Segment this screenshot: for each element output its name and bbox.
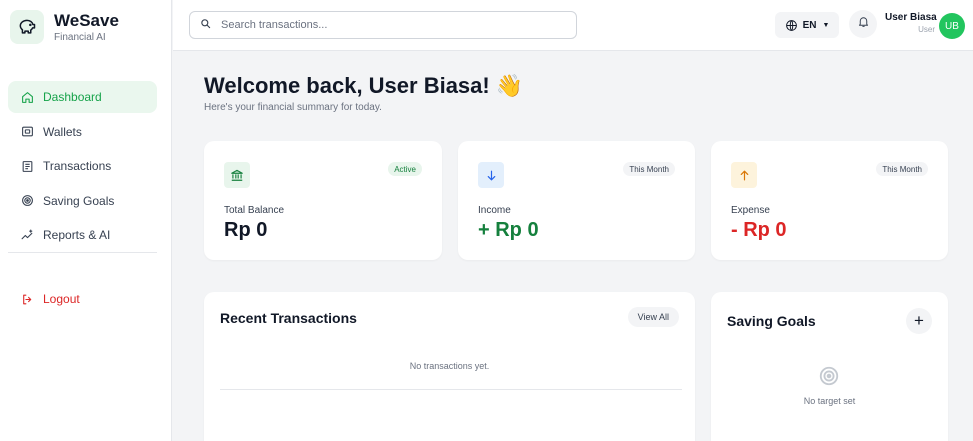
arrow-down-icon [478, 162, 504, 188]
saving-goals-card: Saving Goals + No target set [711, 292, 948, 441]
total-balance-card: Active Total Balance Rp 0 [204, 141, 442, 260]
sparkle-chart-icon [20, 228, 34, 242]
sidebar-divider [8, 252, 157, 253]
sidebar-item-label: Transactions [43, 159, 112, 173]
home-icon [20, 90, 34, 104]
notifications-button[interactable] [849, 10, 877, 38]
avatar[interactable]: UB [939, 13, 965, 39]
bell-icon [857, 15, 870, 33]
page-subtitle: Here's your financial summary for today. [204, 102, 382, 113]
language-selector[interactable]: EN ▼ [775, 12, 839, 38]
income-value: + Rp 0 [478, 219, 539, 241]
period-badge: This Month [876, 162, 928, 176]
language-label: EN [802, 19, 817, 31]
sidebar-nav: Dashboard Wallets Transactions Saving Go… [8, 81, 157, 254]
expense-card: This Month Expense - Rp 0 [711, 141, 948, 260]
view-all-button[interactable]: View All [627, 307, 679, 327]
brand[interactable]: WeSave Financial AI [10, 10, 119, 44]
bank-icon [224, 162, 250, 188]
arrow-up-icon [731, 162, 757, 188]
sidebar-item-label: Reports & AI [43, 228, 111, 242]
empty-goals-message: No target set [803, 396, 856, 406]
total-balance-label: Total Balance [224, 205, 285, 216]
total-balance-value: Rp 0 [224, 219, 268, 241]
add-goal-button[interactable]: + [906, 308, 932, 334]
search-icon [200, 16, 211, 34]
sidebar-item-label: Saving Goals [43, 193, 115, 208]
search-box[interactable] [189, 11, 577, 39]
user-info[interactable]: User Biasa User [885, 11, 937, 36]
search-input[interactable] [221, 19, 551, 31]
income-card: This Month Income + Rp 0 [458, 141, 695, 260]
logout-icon [20, 292, 34, 306]
brand-name: WeSave [54, 10, 119, 30]
logout-button[interactable]: Logout [8, 283, 157, 315]
sidebar-item-transactions[interactable]: Transactions [8, 150, 157, 182]
wallet-icon [20, 125, 34, 139]
globe-icon [785, 19, 798, 32]
sidebar-item-saving-goals[interactable]: Saving Goals [8, 185, 157, 217]
target-icon [818, 365, 840, 392]
divider [220, 389, 682, 390]
status-badge: Active [388, 162, 422, 176]
page-title: Welcome back, User Biasa! 👋 [204, 73, 524, 98]
user-name: User Biasa [885, 12, 937, 23]
sidebar: WeSave Financial AI Dashboard Wallets Tr… [0, 0, 172, 441]
user-role: User [918, 25, 935, 34]
brand-subtitle: Financial AI [54, 31, 106, 43]
expense-label: Expense [731, 205, 770, 216]
logout-label: Logout [43, 292, 80, 306]
sidebar-item-label: Dashboard [43, 90, 102, 104]
caret-down-icon: ▼ [822, 21, 830, 29]
recent-transactions-title: Recent Transactions [220, 310, 357, 326]
sidebar-item-dashboard[interactable]: Dashboard [8, 81, 157, 113]
sidebar-item-reports-ai[interactable]: Reports & AI [8, 219, 157, 251]
sidebar-item-wallets[interactable]: Wallets [8, 116, 157, 148]
expense-value: - Rp 0 [731, 219, 787, 241]
recent-transactions-card: Recent Transactions View All No transact… [204, 292, 695, 441]
empty-transactions-message: No transactions yet. [409, 361, 490, 371]
period-badge: This Month [623, 162, 675, 176]
sidebar-item-label: Wallets [43, 124, 82, 139]
target-icon [20, 194, 34, 208]
income-label: Income [478, 205, 511, 216]
saving-goals-title: Saving Goals [727, 313, 816, 329]
top-bar: EN ▼ User Biasa User UB [173, 0, 973, 51]
piggy-bank-icon [10, 10, 44, 44]
receipt-icon [20, 159, 34, 173]
